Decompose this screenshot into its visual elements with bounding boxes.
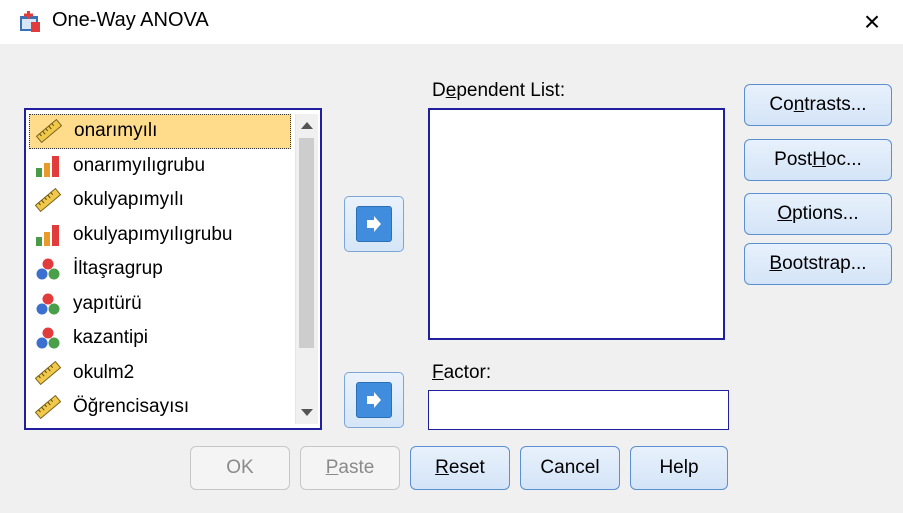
bar-chart-icon (33, 223, 67, 247)
move-to-factor-button[interactable] (344, 372, 404, 428)
ruler-icon (33, 360, 67, 385)
title-bar: One-Way ANOVA × (0, 0, 903, 44)
variable-label: okulyapımyılı (73, 189, 184, 211)
variable-label: İltaşragrup (73, 258, 163, 280)
right-arrow-icon (367, 392, 381, 408)
ok-button[interactable]: OK (190, 446, 290, 490)
options-button[interactable]: Options... (744, 193, 892, 235)
bar-chart-icon (33, 154, 67, 178)
variable-list-item[interactable]: yapıtürü (29, 287, 291, 322)
variable-list-item[interactable]: Öğrencisayısı (29, 390, 291, 425)
right-arrow-icon (367, 216, 381, 232)
variable-items: onarımyılı onarımyılıgrubu okulyapımyılı ok… (29, 114, 291, 425)
nominal-icon (33, 257, 67, 281)
chevron-up-icon (301, 122, 313, 129)
variable-list-item[interactable]: okulm2 (29, 356, 291, 391)
ruler-icon (33, 395, 67, 420)
variable-label: okulyapımyılıgrubu (73, 223, 233, 245)
bootstrap-button[interactable]: Bootstrap... (744, 243, 892, 285)
variable-label: onarımyılıgrubu (73, 154, 206, 176)
window-title: One-Way ANOVA (52, 9, 209, 31)
close-button[interactable]: × (841, 0, 903, 44)
nominal-icon (33, 326, 67, 350)
move-to-dependent-button[interactable] (344, 196, 404, 252)
scroll-up-button[interactable] (296, 114, 318, 136)
factor-label: Factor: (432, 362, 492, 383)
variable-list-item[interactable]: İltaşragrup (29, 252, 291, 287)
spss-app-icon (20, 11, 40, 32)
variable-label: yapıtürü (73, 292, 142, 314)
variable-list-item[interactable]: okulyapımyılıgrubu (29, 218, 291, 253)
dependent-list-label: Dependent List: (432, 80, 566, 101)
variable-label: okulm2 (73, 361, 135, 383)
scroll-down-button[interactable] (296, 402, 318, 424)
contrasts-button[interactable]: Co n trasts... (744, 84, 892, 126)
close-icon: × (863, 6, 881, 37)
variable-label: Öğrencisayısı (73, 396, 190, 418)
help-button[interactable]: Help (630, 446, 728, 490)
variable-label: kazantipi (73, 327, 148, 349)
reset-button[interactable]: Reset (410, 446, 510, 490)
scroll-thumb[interactable] (299, 138, 314, 348)
paste-button[interactable]: Paste (300, 446, 400, 490)
variable-list-item[interactable]: onarımyılı (29, 114, 291, 149)
nominal-icon (33, 292, 67, 316)
variable-list-item[interactable]: onarımyılıgrubu (29, 149, 291, 184)
post-hoc-button[interactable]: Post Hoc... (744, 139, 892, 181)
variable-label: onarımyılı (74, 120, 158, 142)
factor-field[interactable] (428, 390, 729, 430)
dependent-list[interactable] (428, 108, 725, 340)
variable-list-item[interactable]: okulyapımyılı (29, 183, 291, 218)
ruler-icon (33, 188, 67, 213)
cancel-button[interactable]: Cancel (520, 446, 620, 490)
variable-list-scrollbar[interactable] (295, 114, 318, 424)
source-variable-list[interactable]: onarımyılı onarımyılıgrubu okulyapımyılı ok… (24, 108, 322, 430)
chevron-down-icon (301, 409, 313, 416)
variable-list-item[interactable]: kazantipi (29, 321, 291, 356)
ruler-icon (34, 119, 68, 144)
